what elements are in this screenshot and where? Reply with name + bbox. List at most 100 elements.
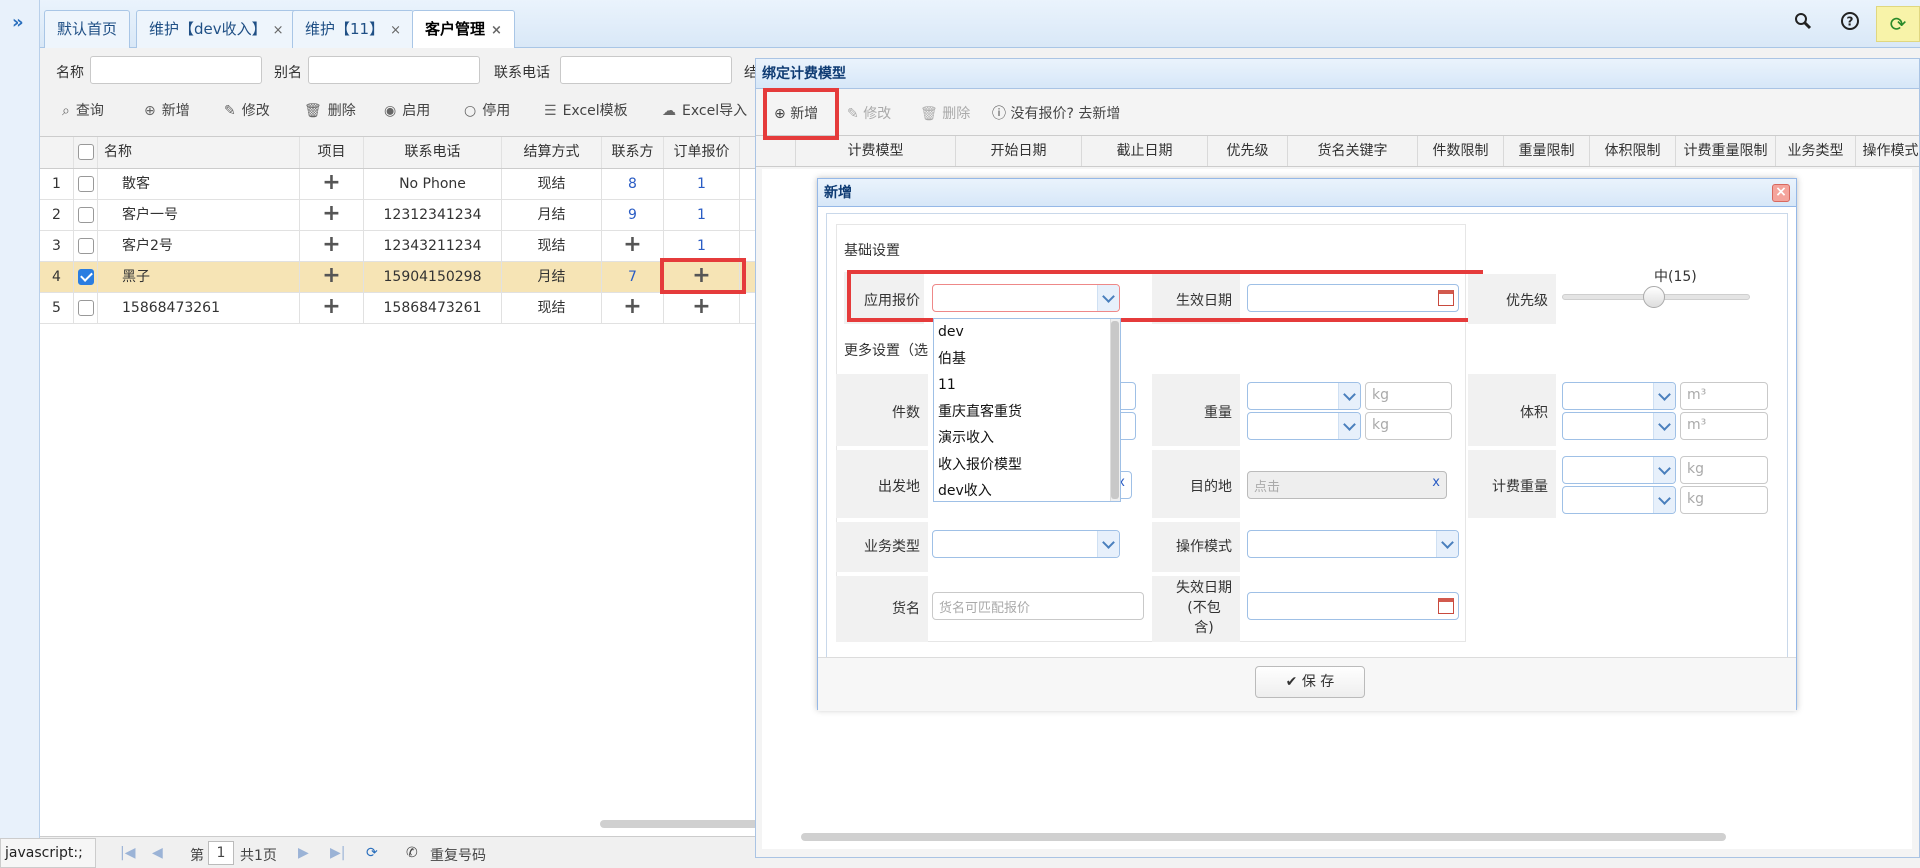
grid-scrollbar[interactable] (600, 820, 760, 828)
phone-input[interactable] (560, 56, 732, 84)
table-row[interactable]: 1 散客 + No Phone 现结 8 1 (40, 169, 755, 200)
alias-input[interactable] (308, 56, 480, 84)
column-volume-limit[interactable]: 体积限制 (1590, 136, 1676, 166)
checkbox[interactable] (77, 176, 94, 192)
dropdown-option[interactable]: 演示收入 (934, 425, 1120, 452)
row-checkbox[interactable] (74, 293, 98, 323)
dropdown-scrollbar[interactable] (1110, 319, 1120, 501)
chevron-down-icon[interactable] (1653, 413, 1675, 439)
tab-customer-management[interactable]: 客户管理 × (412, 10, 515, 48)
add-icon[interactable]: + (623, 294, 641, 319)
charge-weight-op-select-1[interactable] (1562, 456, 1676, 484)
tab-maintain-11[interactable]: 维护【11】 × (292, 10, 414, 48)
expand-icon[interactable]: » (12, 12, 24, 33)
dropdown-option[interactable]: 重庆直客重货 (934, 399, 1120, 426)
column-contact[interactable]: 联系方 (602, 137, 664, 168)
close-icon[interactable]: × (390, 23, 401, 38)
scrollbar-thumb[interactable] (1111, 321, 1119, 499)
tab-maintain-dev[interactable]: 维护【dev收入】 × (136, 10, 297, 48)
row-checkbox[interactable] (74, 169, 98, 199)
panel-scrollbar[interactable] (801, 833, 1726, 841)
volume-max-input[interactable]: m³ (1680, 412, 1768, 440)
disable-button[interactable]: ○ 停用 (464, 100, 510, 120)
prev-page-icon[interactable]: ◀ (152, 845, 163, 861)
add-icon[interactable]: + (322, 232, 340, 257)
excel-import-button[interactable]: ☁ Excel导入 (662, 100, 747, 120)
add-icon[interactable]: + (322, 170, 340, 195)
column-count-limit[interactable]: 件数限制 (1418, 136, 1504, 166)
dropdown-option[interactable]: 伯基 (934, 346, 1120, 373)
volume-min-input[interactable]: m³ (1680, 382, 1768, 410)
contact-link[interactable]: 9 (628, 207, 637, 223)
chevron-down-icon[interactable] (1338, 413, 1360, 439)
business-type-select[interactable] (932, 530, 1120, 558)
charge-weight-min-input[interactable]: kg (1680, 456, 1768, 484)
table-row[interactable]: 2 客户一号 +12312341234 月结 9 1 (40, 200, 755, 231)
last-page-icon[interactable]: ▶| (330, 845, 345, 861)
dropdown-option[interactable]: 11 (934, 372, 1120, 399)
panel-delete-button[interactable]: 🗑 删除 (920, 103, 970, 123)
quote-link[interactable]: 1 (697, 238, 706, 254)
calendar-icon[interactable] (1438, 598, 1454, 614)
page-input[interactable]: 1 (208, 841, 234, 865)
next-page-icon[interactable]: ▶ (298, 845, 309, 861)
checkbox[interactable] (77, 300, 94, 316)
contact-link[interactable]: 7 (628, 269, 637, 285)
duplicate-number-button[interactable]: 重复号码 (430, 845, 486, 865)
first-page-icon[interactable]: |◀ (120, 845, 135, 861)
weight-op-select-2[interactable] (1247, 412, 1361, 440)
reload-icon[interactable]: ⟳ (366, 845, 378, 861)
column-business-type[interactable]: 业务类型 (1776, 136, 1856, 166)
row-checkbox[interactable] (74, 262, 98, 292)
column-end-date[interactable]: 截止日期 (1082, 136, 1208, 166)
column-name[interactable]: 名称 (98, 137, 300, 168)
column-charge-weight-limit[interactable]: 计费重量限制 (1676, 136, 1776, 166)
column-phone[interactable]: 联系电话 (364, 137, 502, 168)
charge-weight-max-input[interactable]: kg (1680, 486, 1768, 514)
close-icon[interactable]: × (491, 23, 502, 38)
add-icon[interactable]: + (692, 294, 710, 319)
refresh-icon[interactable]: ⟳ (1876, 6, 1920, 42)
dropdown-option[interactable]: dev (934, 319, 1120, 346)
table-row[interactable]: 5 15868473261 +15868473261 现结 + + (40, 293, 755, 324)
select-all-checkbox[interactable] (74, 137, 98, 168)
dropdown-option[interactable]: 收入报价模型 (934, 452, 1120, 479)
help-icon[interactable]: ? (1840, 11, 1860, 35)
volume-op-select-2[interactable] (1562, 412, 1676, 440)
add-icon[interactable]: + (623, 232, 641, 257)
tab-home[interactable]: 默认首页 (44, 10, 131, 48)
table-row[interactable]: 3 客户2号 +12343211234 现结 +1 (40, 231, 755, 262)
charge-weight-op-select-2[interactable] (1562, 486, 1676, 514)
chevron-down-icon[interactable] (1097, 531, 1119, 557)
clear-icon[interactable]: x (1432, 475, 1440, 490)
chevron-down-icon[interactable] (1436, 531, 1458, 557)
table-row[interactable]: 4 黑子 +15904150298 月结 7 + (40, 262, 755, 293)
weight-op-select-1[interactable] (1247, 382, 1361, 410)
column-priority[interactable]: 优先级 (1208, 136, 1288, 166)
contact-link[interactable]: 8 (628, 176, 637, 192)
chevron-down-icon[interactable] (1653, 383, 1675, 409)
no-quote-link[interactable]: ⓘ 没有报价? 去新增 (992, 103, 1120, 123)
checkbox[interactable] (77, 238, 94, 254)
column-goods-keyword[interactable]: 货名关键字 (1288, 136, 1418, 166)
volume-op-select-1[interactable] (1562, 382, 1676, 410)
column-project[interactable]: 项目 (300, 137, 364, 168)
add-icon[interactable]: + (322, 201, 340, 226)
quote-link[interactable]: 1 (697, 176, 706, 192)
column-quote[interactable]: 订单报价 (664, 137, 740, 168)
goods-input[interactable]: 货名可匹配报价 (932, 592, 1144, 620)
close-icon[interactable]: × (273, 23, 284, 38)
checkbox[interactable] (77, 269, 94, 285)
enable-button[interactable]: ◉ 启用 (384, 100, 430, 120)
column-operation-mode[interactable]: 操作模式 (1856, 136, 1920, 166)
column-weight-limit[interactable]: 重量限制 (1504, 136, 1590, 166)
row-checkbox[interactable] (74, 231, 98, 261)
panel-edit-button[interactable]: ✎ 修改 (847, 103, 891, 123)
add-icon[interactable]: + (322, 263, 340, 288)
column-settle[interactable]: 结算方式 (502, 137, 602, 168)
chevron-down-icon[interactable] (1653, 487, 1675, 513)
add-icon[interactable]: + (322, 294, 340, 319)
close-icon[interactable]: × (1772, 184, 1790, 202)
chevron-down-icon[interactable] (1338, 383, 1360, 409)
quote-link[interactable]: 1 (697, 207, 706, 223)
